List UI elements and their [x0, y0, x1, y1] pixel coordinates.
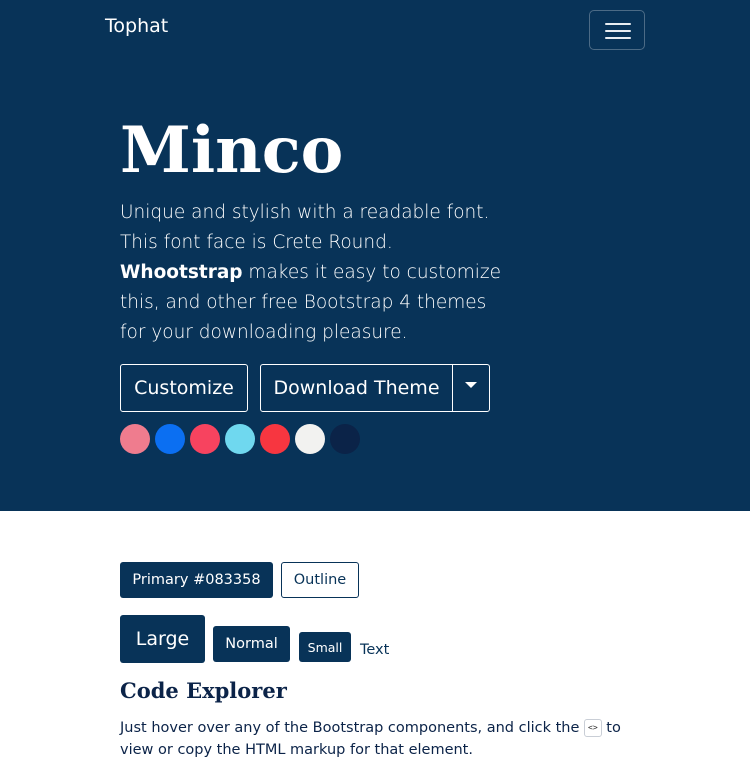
navbar-brand[interactable]: Tophat: [105, 15, 168, 37]
color-swatch[interactable]: [225, 424, 255, 454]
lead-text-1: Unique and stylish with a readable font.…: [120, 202, 490, 253]
small-button[interactable]: Small: [299, 632, 351, 662]
color-swatch[interactable]: [260, 424, 290, 454]
download-theme-button[interactable]: Download Theme: [260, 364, 453, 412]
color-swatch[interactable]: [190, 424, 220, 454]
normal-button[interactable]: Normal: [213, 626, 290, 662]
customize-button[interactable]: Customize: [120, 364, 248, 412]
large-button[interactable]: Large: [120, 615, 205, 663]
color-swatch[interactable]: [295, 424, 325, 454]
hero-section: Tophat Minco Unique and stylish with a r…: [0, 0, 750, 511]
hero-lead: Unique and stylish with a readable font.…: [120, 198, 510, 348]
desc-text-1: Just hover over any of the Bootstrap com…: [120, 720, 585, 736]
code-explorer-description: Just hover over any of the Bootstrap com…: [120, 717, 630, 761]
hero-title: Minco: [120, 113, 344, 188]
hamburger-bar-3: [605, 37, 631, 39]
hamburger-bar-1: [605, 23, 631, 25]
text-button[interactable]: Text: [360, 642, 389, 658]
code-explorer-title: Code Explorer: [120, 678, 287, 703]
color-swatch[interactable]: [330, 424, 360, 454]
lead-strong: Whootstrap: [120, 262, 243, 283]
download-dropdown-toggle[interactable]: [452, 364, 490, 412]
caret-down-icon: [465, 382, 477, 388]
color-swatch[interactable]: [155, 424, 185, 454]
hamburger-bar-2: [605, 30, 631, 32]
primary-button[interactable]: Primary #083358: [120, 562, 273, 598]
color-swatch[interactable]: [120, 424, 150, 454]
outline-button[interactable]: Outline: [281, 562, 359, 598]
code-chip[interactable]: <>: [584, 719, 602, 737]
navbar-toggler-button[interactable]: [589, 10, 645, 50]
